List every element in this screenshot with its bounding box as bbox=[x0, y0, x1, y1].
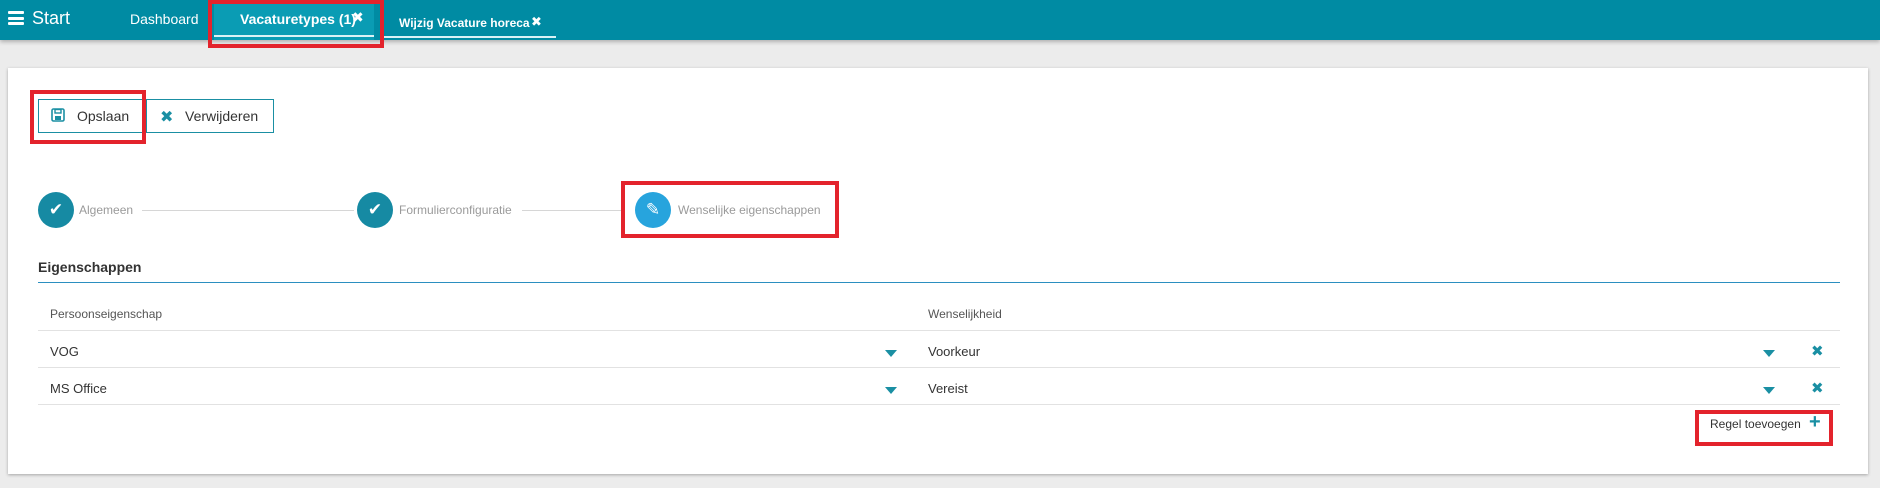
main-card: Opslaan ✖ Verwijderen ✔ Algemeen ✔ Formu… bbox=[8, 68, 1868, 474]
persoonseigenschap-select-value[interactable]: MS Office bbox=[50, 381, 107, 396]
section-divider bbox=[38, 282, 1840, 283]
section-title: Eigenschappen bbox=[38, 259, 142, 275]
tab-vacaturetypes-close-icon[interactable]: ✖ bbox=[352, 9, 364, 26]
column-header-persoonseigenschap: Persoonseigenschap bbox=[50, 307, 163, 321]
remove-row-icon[interactable]: ✖ bbox=[1811, 379, 1824, 397]
persoonseigenschap-select-value[interactable]: VOG bbox=[50, 344, 79, 359]
tab-vacaturetypes[interactable]: Vacaturetypes (1) ✖ bbox=[214, 0, 374, 40]
chevron-down-icon[interactable] bbox=[885, 387, 897, 394]
step-formulierconfiguratie-check-icon[interactable]: ✔ bbox=[357, 192, 393, 228]
tab-wijzig-close-icon[interactable]: ✖ bbox=[531, 14, 542, 30]
chevron-down-icon[interactable] bbox=[1763, 350, 1775, 357]
plus-icon[interactable]: + bbox=[1809, 411, 1821, 434]
stepper-connector bbox=[142, 210, 354, 211]
tab-vacaturetypes-label: Vacaturetypes (1) bbox=[240, 11, 356, 27]
floppy-disk-icon bbox=[51, 108, 65, 122]
tab-wijzig-label: Wijzig Vacature horeca bbox=[399, 16, 530, 30]
row-divider bbox=[38, 330, 1840, 331]
chevron-down-icon[interactable] bbox=[885, 350, 897, 357]
step-wenselijke-eigenschappen-pencil-icon[interactable]: ✎ bbox=[635, 192, 671, 228]
hamburger-menu-icon[interactable] bbox=[8, 11, 24, 25]
stepper-connector bbox=[522, 210, 624, 211]
step-algemeen-label[interactable]: Algemeen bbox=[79, 203, 133, 217]
wenselijkheid-select-value[interactable]: Vereist bbox=[928, 381, 968, 396]
add-row-link[interactable]: Regel toevoegen bbox=[1710, 417, 1801, 431]
save-button-label: Opslaan bbox=[77, 108, 130, 124]
chevron-down-icon[interactable] bbox=[1763, 387, 1775, 394]
wenselijkheid-select-value[interactable]: Voorkeur bbox=[928, 344, 980, 359]
delete-button-label: Verwijderen bbox=[185, 108, 259, 124]
top-navigation-bar: Start Dashboard Vacaturetypes (1) ✖ Wijz… bbox=[0, 0, 1880, 40]
tab-dashboard[interactable]: Dashboard bbox=[120, 0, 220, 40]
step-formulierconfiguratie-label[interactable]: Formulierconfiguratie bbox=[399, 203, 512, 217]
save-button[interactable]: Opslaan bbox=[38, 99, 144, 133]
row-divider bbox=[38, 404, 1840, 405]
tab-wijzig-vacature-horeca[interactable]: Wijzig Vacature horeca ✖ bbox=[384, 0, 556, 40]
delete-button[interactable]: ✖ Verwijderen bbox=[146, 99, 274, 133]
step-wenselijke-eigenschappen-label[interactable]: Wenselijke eigenschappen bbox=[678, 203, 821, 217]
column-header-wenselijkheid: Wenselijkheid bbox=[928, 307, 1002, 321]
remove-row-icon[interactable]: ✖ bbox=[1811, 342, 1824, 360]
step-algemeen-check-icon[interactable]: ✔ bbox=[38, 192, 74, 228]
start-link[interactable]: Start bbox=[32, 8, 70, 29]
row-divider bbox=[38, 367, 1840, 368]
times-icon: ✖ bbox=[160, 109, 174, 126]
tab-dashboard-label: Dashboard bbox=[130, 11, 199, 27]
